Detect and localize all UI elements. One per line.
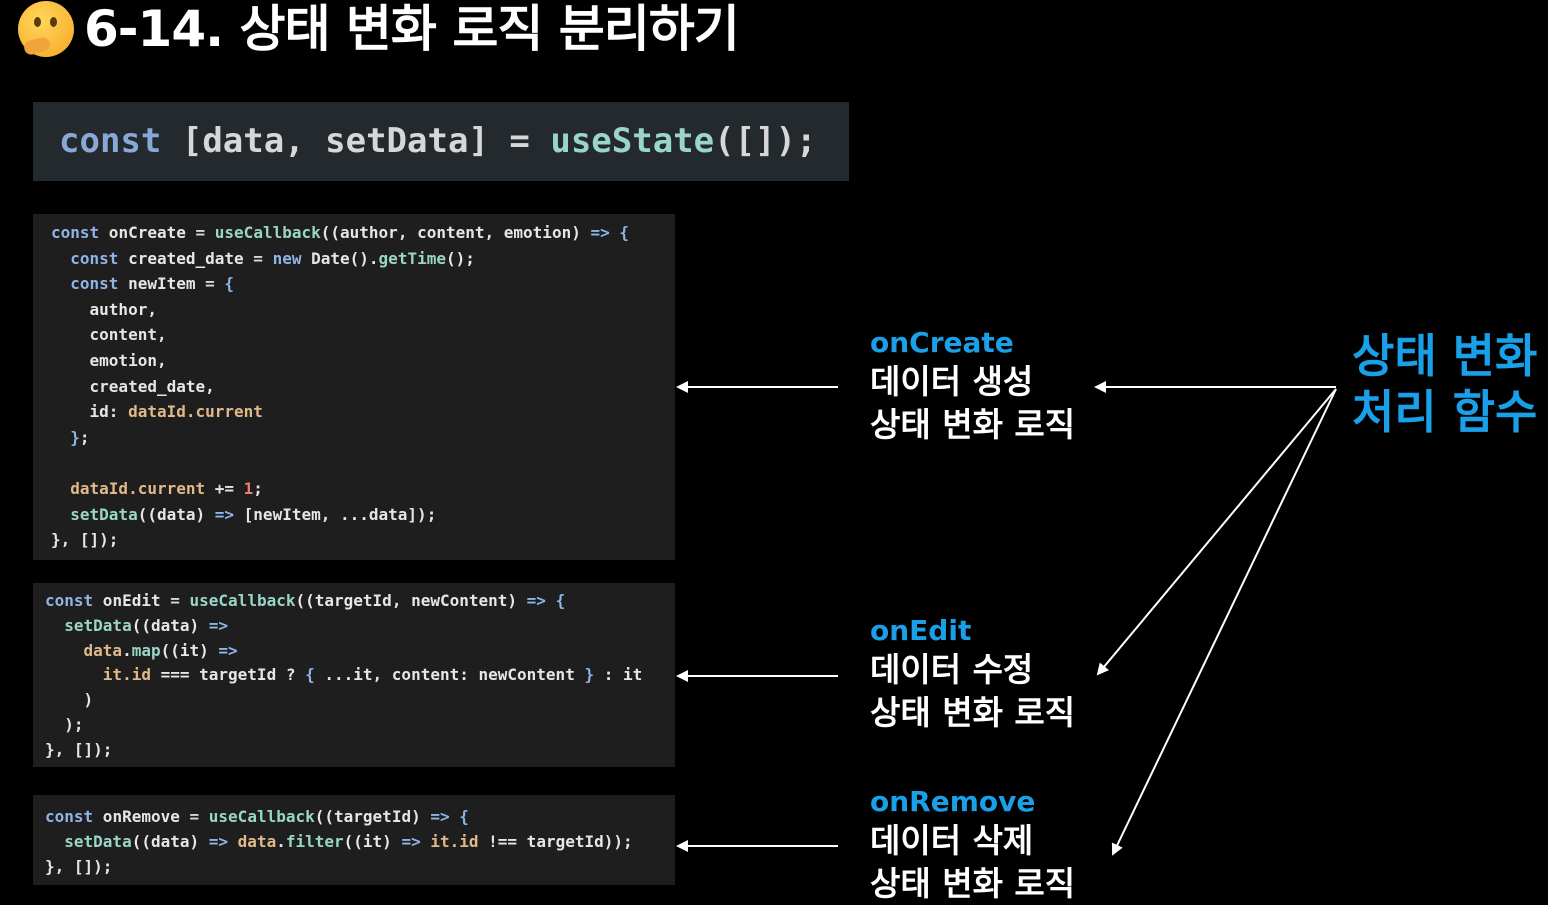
connector-arrows [676, 381, 1337, 856]
arrow-summary-to-onremove [1111, 388, 1337, 856]
arrow-summary-to-onedit [1096, 388, 1337, 676]
